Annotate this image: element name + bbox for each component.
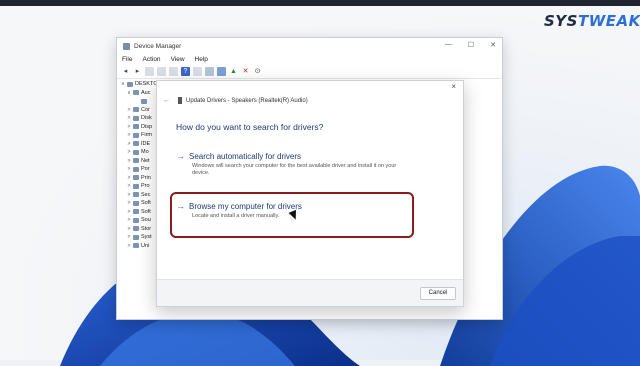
tree-item-label: Stor (141, 225, 152, 232)
chevron-right-icon[interactable]: > (125, 149, 133, 155)
device-icon (133, 132, 139, 138)
device-icon (133, 107, 139, 113)
chevron-right-icon[interactable]: > (125, 200, 133, 206)
chevron-right-icon[interactable]: > (125, 166, 133, 172)
device-icon (133, 226, 139, 232)
device-icon (133, 149, 139, 155)
window-controls: — ☐ ✕ (445, 41, 496, 49)
tree-item-label: Pro (141, 183, 150, 190)
speaker-icon (178, 97, 182, 104)
dialog-header-title: Update Drivers - Speakers (Realtek(R) Au… (186, 97, 308, 104)
help-icon[interactable]: ? (181, 67, 190, 76)
speaker-icon (141, 98, 147, 104)
device-icon (133, 243, 139, 249)
tree-item-label: Cor (141, 106, 150, 113)
tree-item-label: DESKTC (135, 81, 158, 88)
device-icon (133, 115, 139, 121)
computer-icon (127, 81, 133, 87)
dialog-footer: Cancel (157, 279, 463, 306)
cancel-button[interactable]: Cancel (420, 287, 456, 300)
tree-item-label: Soft (141, 208, 151, 215)
maximize-button[interactable]: ☐ (468, 41, 474, 49)
chevron-right-icon[interactable]: > (125, 124, 133, 130)
details-icon[interactable] (193, 67, 202, 76)
chevron-right-icon[interactable]: > (125, 175, 133, 181)
toolbar: ◂ ▸ ? ▲ ✕ ⊙ (117, 65, 502, 79)
chevron-right-icon[interactable]: > (125, 217, 133, 223)
back-icon[interactable]: ◂ (121, 67, 130, 76)
device-icon (133, 158, 139, 164)
device-icon (133, 217, 139, 223)
chevron-right-icon[interactable]: > (125, 183, 133, 189)
minimize-button[interactable]: — (445, 41, 452, 49)
tree-item-label: Firm (141, 132, 152, 139)
chevron-right-icon[interactable]: > (125, 141, 133, 147)
logo-prefix: SYS (544, 12, 578, 30)
tree-item-label: Auc (141, 89, 151, 96)
device-icon (133, 141, 139, 147)
monitor-icon[interactable] (217, 67, 226, 76)
tree-item-label: Uni (141, 242, 150, 249)
chevron-right-icon[interactable]: > (125, 115, 133, 121)
device-icon (133, 166, 139, 172)
tree-item-label: Net (141, 157, 150, 164)
chevron-right-icon[interactable]: > (125, 107, 133, 113)
device-manager-icon (123, 42, 130, 50)
menu-help[interactable]: Help (195, 56, 208, 63)
download-icon[interactable]: ⊙ (253, 67, 262, 76)
tree-item-label: Syst (141, 234, 152, 241)
chevron-right-icon[interactable]: > (125, 192, 133, 198)
device-icon (133, 183, 139, 189)
close-button[interactable]: ✕ (490, 41, 496, 49)
uninstall-icon[interactable]: ✕ (241, 67, 250, 76)
grid-icon[interactable] (169, 67, 178, 76)
chevron-right-icon[interactable]: > (125, 209, 133, 215)
search-automatically-option[interactable]: → Search automatically for drivers Window… (176, 151, 406, 177)
chevron-right-icon[interactable]: > (125, 132, 133, 138)
menu-file[interactable]: File (122, 56, 132, 63)
chevron-right-icon[interactable]: > (125, 243, 133, 249)
list-icon[interactable] (157, 67, 166, 76)
systweak-logo: SYSTWEAK (544, 12, 640, 30)
chevron-down-icon[interactable]: ∨ (125, 90, 133, 96)
tree-item-label: Prin (141, 174, 151, 181)
device-icon (133, 124, 139, 130)
tree-item-label: Por (141, 166, 150, 173)
back-arrow-icon[interactable]: ← (163, 97, 170, 104)
logo-suffix: TWEAK (577, 12, 640, 30)
chevron-right-icon[interactable]: > (125, 234, 133, 240)
device-icon (133, 175, 139, 181)
option-description: Windows will search your computer for th… (192, 163, 397, 176)
forward-icon[interactable]: ▸ (133, 67, 142, 76)
device-icon (133, 209, 139, 215)
tree-item-label: IDE (141, 140, 151, 147)
chevron-right-icon[interactable]: > (125, 158, 133, 164)
tree-item-label: Sou (141, 217, 151, 224)
update-driver-icon[interactable]: ▲ (229, 67, 238, 76)
option-title: Search automatically for drivers (189, 151, 302, 161)
arrow-right-icon: → (176, 151, 185, 161)
chevron-right-icon[interactable]: > (125, 226, 133, 232)
tree-item-label: Soft (141, 200, 151, 207)
audio-icon (133, 90, 139, 96)
menu-view[interactable]: View (171, 56, 185, 63)
tree-item-label: Disk (141, 115, 152, 122)
window-title: Device Manager (134, 42, 182, 50)
dialog-header: ← Update Drivers - Speakers (Realtek(R) … (163, 97, 308, 104)
printer-icon[interactable] (205, 67, 214, 76)
tree-item-label: Mo (141, 149, 149, 156)
menu-bar: File Action View Help (117, 54, 502, 65)
menu-action[interactable]: Action (142, 56, 160, 63)
device-icon (133, 234, 139, 240)
dialog-question: How do you want to search for drivers? (176, 122, 324, 132)
device-icon (133, 200, 139, 206)
tree-item-label: Sec (141, 191, 151, 198)
device-icon (133, 192, 139, 198)
properties-icon[interactable] (145, 67, 154, 76)
dialog-close-icon[interactable]: × (451, 82, 456, 91)
chevron-down-icon[interactable]: ∨ (119, 81, 127, 87)
tree-item-label: Disp (141, 123, 153, 130)
